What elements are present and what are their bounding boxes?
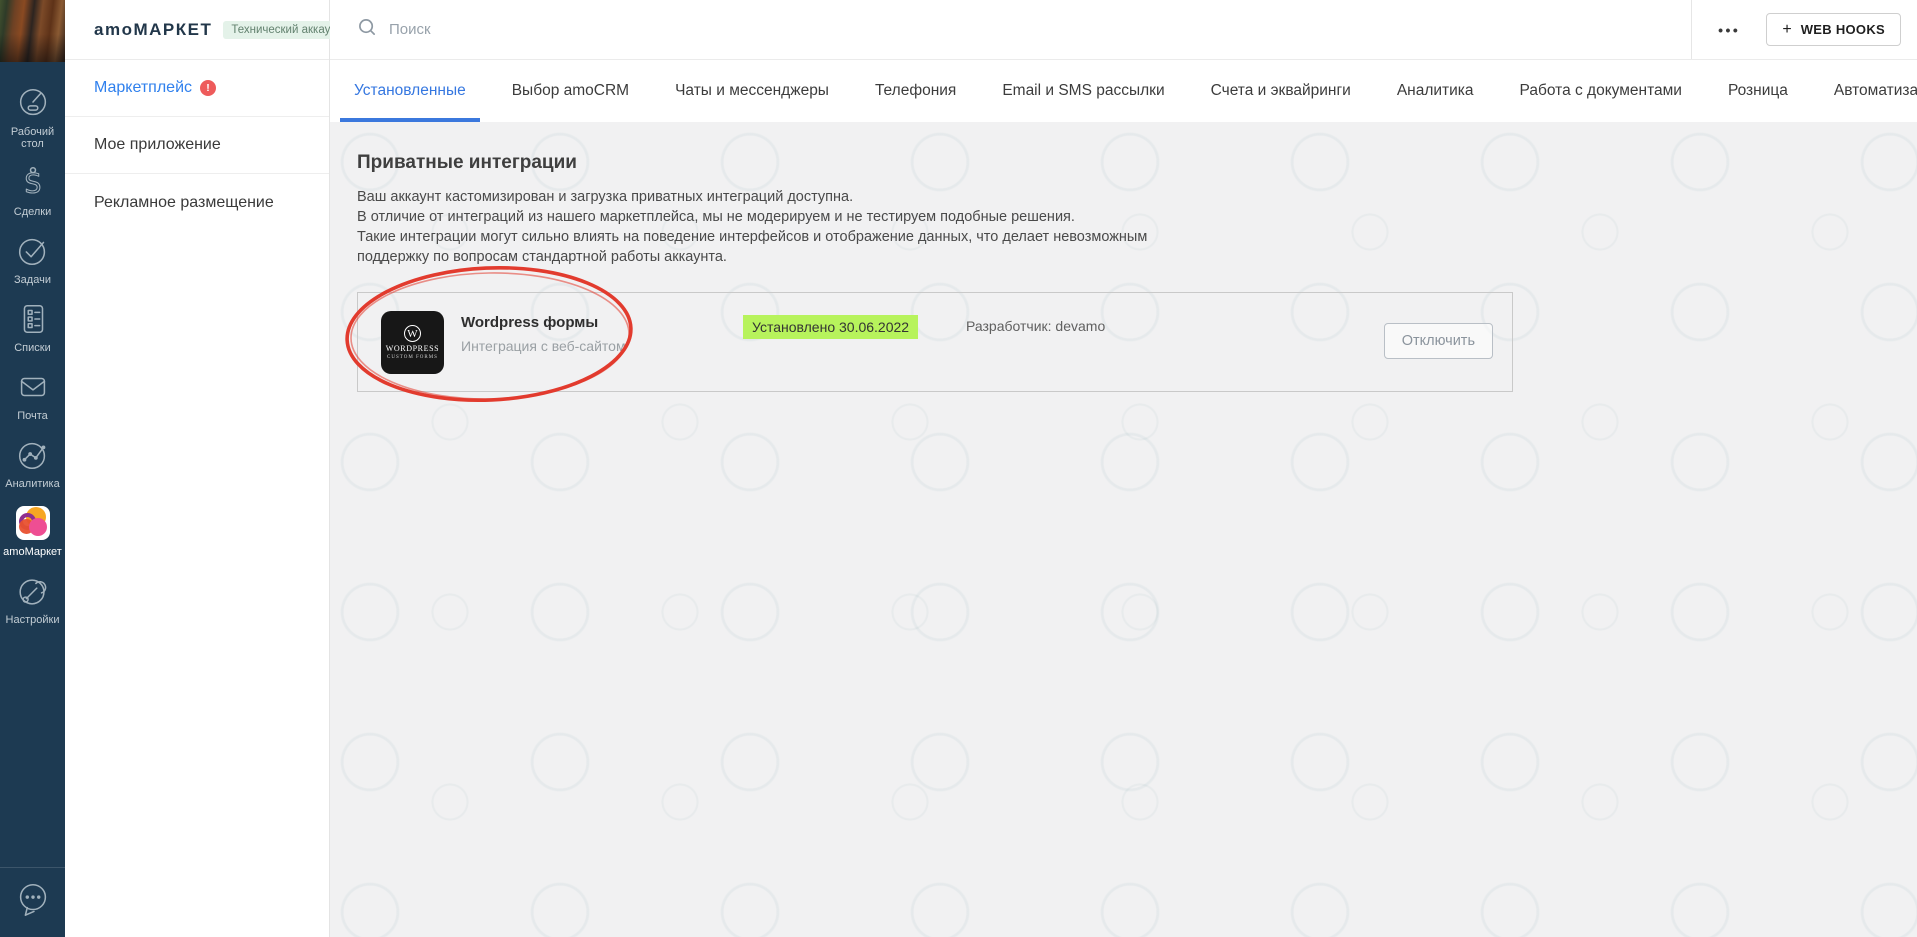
integration-titles: Wordpress формы Интеграция с веб-сайтом — [461, 314, 626, 354]
wordpress-logo[interactable]: W WORDPRESS CUSTOM FORMS — [381, 311, 444, 374]
sidebar-item-analytics[interactable]: Аналитика — [0, 430, 65, 498]
sidebar-item-label: Аналитика — [5, 478, 59, 490]
deals-icon: S — [14, 164, 52, 202]
disconnect-button[interactable]: Отключить — [1384, 323, 1493, 359]
subnav-item-marketplace[interactable]: Маркетплейс ! — [65, 60, 329, 117]
sidebar-item-label: Задачи — [14, 274, 51, 286]
tab-bar: Установленные Выбор amoCRM Чаты и мессен… — [330, 60, 1917, 122]
developer-label: Разработчик: devamo — [966, 318, 1105, 334]
page-title: Приватные интеграции — [357, 152, 1917, 174]
topbar-more-button[interactable]: ••• — [1692, 22, 1766, 38]
secondary-sidebar: amoМАРКЕТ Технический аккаунт Маркетплей… — [65, 0, 330, 937]
description-line: Такие интеграции могут сильно влиять на … — [357, 227, 1917, 247]
integration-title[interactable]: Wordpress формы — [461, 314, 626, 331]
tab-retail[interactable]: Розница — [1720, 60, 1796, 122]
sidebar-footer — [0, 867, 65, 937]
tab-invoices[interactable]: Счета и эквайринги — [1203, 60, 1359, 122]
lists-icon — [14, 300, 52, 338]
sidebar-item-settings[interactable]: Настройки — [0, 566, 65, 634]
app-root: Рабочий стол S Сделки Задачи Списки — [0, 0, 1917, 937]
sidebar-nav: Рабочий стол S Сделки Задачи Списки — [0, 62, 65, 634]
subnav-item-label: Рекламное размещение — [94, 194, 274, 212]
dashboard-icon — [14, 84, 52, 122]
sidebar-item-deals[interactable]: S Сделки — [0, 158, 65, 226]
subnav-item-ads[interactable]: Рекламное размещение — [65, 174, 329, 231]
sidebar-item-label: Почта — [17, 410, 48, 422]
sidebar-item-dashboard[interactable]: Рабочий стол — [0, 78, 65, 158]
stats-icon — [14, 436, 52, 474]
search-icon — [358, 18, 377, 42]
plus-icon: + — [1782, 23, 1791, 37]
tab-email-sms[interactable]: Email и SMS рассылки — [994, 60, 1172, 122]
sidebar-item-tasks[interactable]: Задачи — [0, 226, 65, 294]
tab-automation[interactable]: Автоматизация и боты — [1826, 60, 1917, 122]
wordpress-mark-icon: W — [404, 325, 421, 342]
mail-icon — [14, 368, 52, 406]
search-input[interactable] — [387, 20, 787, 39]
sidebar-item-label: Настройки — [6, 614, 60, 626]
sidebar-item-label: Рабочий стол — [3, 126, 63, 150]
tab-chats[interactable]: Чаты и мессенджеры — [667, 60, 837, 122]
section-description: Ваш аккаунт кастомизирован и загрузка пр… — [357, 187, 1917, 267]
sidebar-item-label: amoМаркет — [3, 546, 62, 558]
sidebar-item-amomarket[interactable]: amoМаркет — [0, 498, 65, 566]
tab-amocrm-choice[interactable]: Выбор amoCRM — [504, 60, 637, 122]
content-area: Приватные интеграции Ваш аккаунт кастоми… — [330, 122, 1917, 937]
chat-icon[interactable] — [13, 879, 53, 926]
integration-card: W WORDPRESS CUSTOM FORMS Wordpress формы… — [357, 292, 1513, 392]
subnav-item-label: Маркетплейс — [94, 79, 192, 97]
subnav-item-my-app[interactable]: Мое приложение — [65, 117, 329, 174]
installed-date-badge: Установлено 30.06.2022 — [743, 315, 918, 339]
webhooks-button[interactable]: + WEB HOOKS — [1766, 13, 1901, 46]
sidebar-item-lists[interactable]: Списки — [0, 294, 65, 362]
brand-title: amoМАРКЕТ — [94, 20, 212, 40]
workspace-photo[interactable] — [0, 0, 65, 62]
sidebar-item-label: Списки — [14, 342, 51, 354]
topbar: ••• + WEB HOOKS — [330, 0, 1917, 60]
wordpress-logo-subtext: CUSTOM FORMS — [387, 355, 438, 360]
main-sidebar: Рабочий стол S Сделки Задачи Списки — [0, 0, 65, 937]
tab-analytics[interactable]: Аналитика — [1389, 60, 1482, 122]
webhooks-button-label: WEB HOOKS — [1801, 22, 1885, 37]
wordpress-logo-text: WORDPRESS — [386, 344, 439, 353]
tab-telephony[interactable]: Телефония — [867, 60, 964, 122]
sidebar-item-mail[interactable]: Почта — [0, 362, 65, 430]
sidebar-item-label: Сделки — [14, 206, 52, 218]
subnav-item-label: Мое приложение — [94, 136, 221, 154]
description-line: Ваш аккаунт кастомизирован и загрузка пр… — [357, 187, 1917, 207]
description-line: В отличие от интеграций из нашего маркет… — [357, 207, 1917, 227]
tab-installed[interactable]: Установленные — [346, 60, 474, 122]
tab-documents[interactable]: Работа с документами — [1512, 60, 1690, 122]
description-line: поддержку по вопросам стандартной работы… — [357, 247, 1917, 267]
brand-header: amoМАРКЕТ Технический аккаунт — [65, 0, 329, 60]
search-bar — [358, 18, 1691, 42]
settings-icon — [14, 572, 52, 610]
main-area: ••• + WEB HOOKS Установленные Выбор amoC… — [330, 0, 1917, 937]
tasks-icon — [14, 232, 52, 270]
amomarket-icon — [14, 504, 52, 542]
integration-subtitle: Интеграция с веб-сайтом — [461, 338, 626, 354]
warning-badge: ! — [200, 80, 216, 96]
